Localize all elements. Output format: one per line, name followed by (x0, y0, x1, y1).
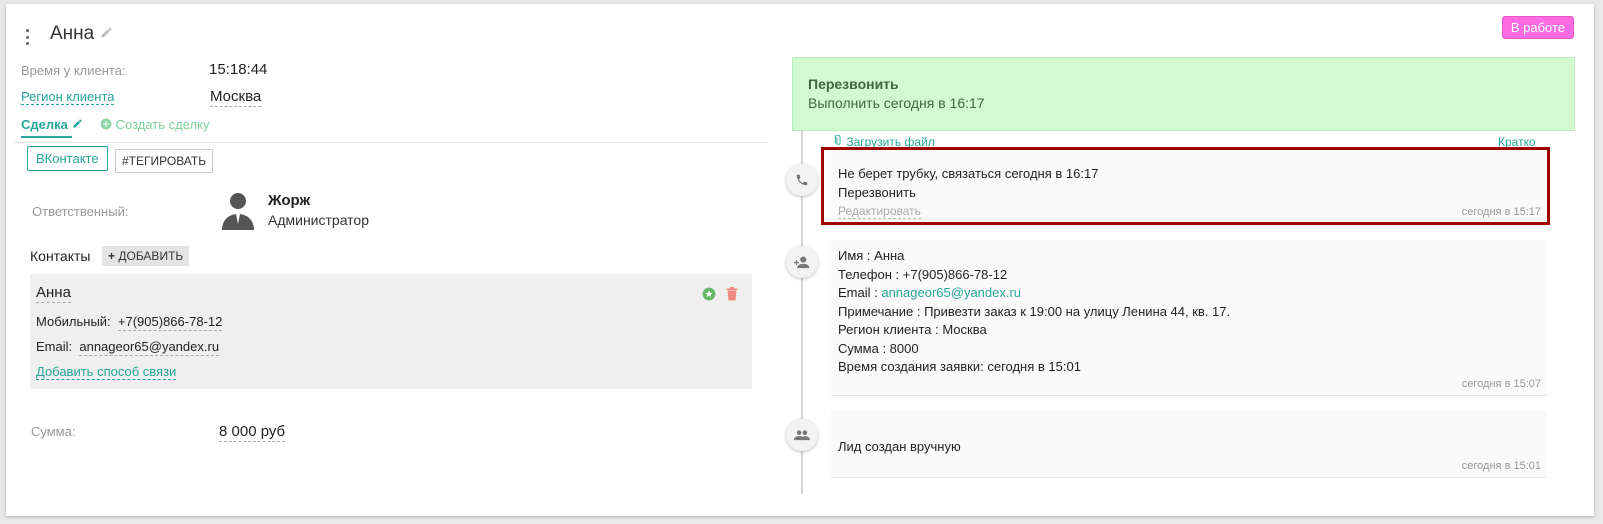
edit-pencil-icon[interactable] (72, 117, 83, 132)
contact-name[interactable]: Анна (36, 284, 71, 303)
details-email-link[interactable]: annageor65@yandex.ru (881, 285, 1021, 300)
create-deal-label: Создать сделку (115, 117, 210, 132)
people-icon (786, 419, 818, 451)
task-subtitle: Выполнить сегодня в 16:17 (808, 95, 985, 111)
person-add-icon (786, 246, 818, 278)
tab-deal-label: Сделка (21, 117, 68, 132)
page-title: Анна (50, 23, 113, 45)
lead-card: Анна В работе Время у клиента: 15:18:44 … (6, 4, 1594, 516)
task-title: Перезвонить (808, 76, 899, 92)
details-note: Примечание : Привезти заказ к 19:00 на у… (838, 303, 1231, 319)
email-label: Email: (36, 339, 73, 354)
tag-button[interactable]: #ТЕГИРОВАТЬ (115, 149, 214, 173)
region-label[interactable]: Регион клиента (21, 89, 115, 105)
add-circle-icon (100, 117, 112, 132)
details-body: Имя : Анна Телефон : +7(905)866-78-12 Em… (838, 247, 1230, 377)
email-value[interactable]: annageor65@yandex.ru (79, 339, 220, 356)
details-created: Время создания заявки: сегодня в 15:01 (838, 359, 1081, 374)
mobile-label: Мобильный: (36, 314, 111, 329)
tabs-divider (15, 142, 768, 143)
sum-value[interactable]: 8 000 руб (219, 423, 286, 442)
responsible-role: Администратор (268, 212, 370, 228)
more-menu-icon[interactable] (25, 29, 29, 45)
details-email-label: Email : (838, 285, 882, 300)
contact-card: Анна Мобильный: +7(905)866-78-12 Email: … (30, 274, 752, 389)
plus-icon: + (108, 249, 116, 263)
add-contact-button[interactable]: + ДОБАВИТЬ (102, 246, 190, 266)
edit-pencil-icon[interactable] (100, 23, 113, 45)
tab-create-deal[interactable]: Создать сделку (100, 117, 209, 132)
responsible-label: Ответственный: (32, 204, 129, 219)
region-value[interactable]: Москва (210, 88, 262, 107)
email-row: Email: annageor65@yandex.ru (36, 339, 220, 356)
mobile-row: Мобильный: +7(905)866-78-12 (36, 314, 223, 331)
highlight-frame (821, 147, 1550, 225)
details-region: Регион клиента : Москва (838, 322, 987, 337)
details-time: сегодня в 15:07 (1461, 378, 1541, 390)
tab-deal-underline (21, 136, 72, 138)
task-box[interactable]: Перезвонить Выполнить сегодня в 16:17 (792, 57, 1575, 131)
timeline-entry-details: Имя : Анна Телефон : +7(905)866-78-12 Em… (831, 240, 1547, 396)
contacts-label: Контакты (30, 248, 91, 264)
add-contact-method-link[interactable]: Добавить способ связи (36, 364, 177, 380)
add-contact-label: ДОБАВИТЬ (118, 249, 184, 263)
lead-time: сегодня в 15:01 (1461, 460, 1541, 472)
timeline-entry-lead: Лид создан вручную сегодня в 15:01 (831, 411, 1547, 478)
details-sum: Сумма : 8000 (838, 340, 919, 356)
phone-icon (786, 164, 818, 196)
details-name: Имя : Анна (838, 248, 905, 263)
source-tag-button[interactable]: ВКонтакте (27, 146, 108, 171)
client-time-label: Время у клиента: (21, 63, 126, 78)
avatar (220, 190, 256, 235)
lead-name: Анна (50, 23, 95, 44)
favorite-icon[interactable] (702, 287, 716, 306)
client-time-value: 15:18:44 (209, 61, 268, 78)
delete-icon[interactable] (726, 287, 738, 306)
tab-deal[interactable]: Сделка (21, 117, 83, 132)
details-email: Email : annageor65@yandex.ru (838, 284, 1230, 303)
sum-label: Сумма: (31, 424, 76, 439)
status-badge[interactable]: В работе (1501, 16, 1574, 39)
mobile-value[interactable]: +7(905)866-78-12 (117, 314, 223, 331)
details-phone: Телефон : +7(905)866-78-12 (838, 266, 1008, 282)
responsible-name: Жорж (268, 192, 311, 209)
lead-created-text: Лид создан вручную (838, 439, 961, 454)
